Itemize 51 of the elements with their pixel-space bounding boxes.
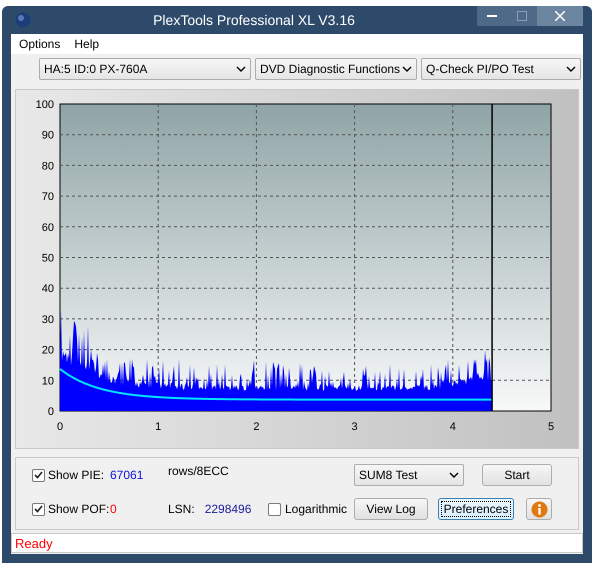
caret-icon bbox=[236, 66, 246, 72]
x-axis-label: 5 bbox=[548, 421, 554, 433]
y-axis-label: 60 bbox=[42, 222, 54, 234]
dropdown[interactable]: Q-Check PI/PO Test bbox=[421, 58, 581, 80]
checkbox[interactable] bbox=[268, 502, 281, 516]
dropdown[interactable]: DVD Diagnostic Functions bbox=[255, 58, 417, 80]
y-axis-label: 0 bbox=[48, 406, 54, 418]
preferences-button[interactable]: Preferences bbox=[438, 498, 514, 520]
minimize-button[interactable] bbox=[477, 6, 507, 26]
test-dropdown[interactable]: SUM8 Test bbox=[354, 464, 464, 486]
x-axis-label: 3 bbox=[352, 421, 358, 433]
lsn-label: LSN: bbox=[168, 502, 195, 516]
view-log-button[interactable]: View Log bbox=[354, 498, 428, 520]
y-axis-label: 30 bbox=[42, 314, 54, 326]
y-axis-label: 100 bbox=[36, 99, 54, 111]
caret-icon bbox=[449, 472, 459, 478]
y-axis-label: 50 bbox=[42, 252, 54, 264]
lsn-value: 2298496 bbox=[204, 502, 252, 516]
app-logo-icon bbox=[15, 12, 31, 28]
x-axis-label: 1 bbox=[155, 421, 162, 433]
logarithmic-label: Logarithmic bbox=[285, 502, 348, 516]
close-button[interactable] bbox=[537, 6, 583, 26]
dropdown[interactable]: HA:5 ID:0 PX-760A bbox=[39, 58, 251, 80]
unit-label: rows/8ECC bbox=[168, 464, 230, 478]
maximize-icon bbox=[517, 11, 527, 21]
y-axis-label: 20 bbox=[42, 344, 54, 357]
info-button[interactable] bbox=[526, 498, 552, 520]
menu-item[interactable]: Options bbox=[19, 37, 60, 51]
y-axis-label: 40 bbox=[42, 283, 54, 296]
window-title: PlexTools Professional XL V3.16 bbox=[152, 12, 356, 28]
y-axis-label: 70 bbox=[42, 191, 54, 204]
show-pof-label: Show POF: bbox=[48, 502, 110, 516]
show-pie-label: Show PIE: bbox=[48, 468, 106, 482]
checkbox[interactable] bbox=[32, 468, 45, 482]
x-axis-label: 4 bbox=[450, 421, 456, 433]
info-icon bbox=[530, 500, 548, 518]
checkbox[interactable] bbox=[32, 502, 45, 516]
menu-item[interactable]: Help bbox=[74, 37, 100, 51]
caret-icon bbox=[402, 66, 412, 72]
y-axis-label: 90 bbox=[42, 130, 54, 142]
minimize-icon bbox=[487, 15, 497, 17]
pof-count: 0 bbox=[110, 502, 118, 516]
status-bar: Ready bbox=[11, 533, 583, 553]
caret-icon bbox=[566, 66, 576, 72]
close-icon bbox=[555, 11, 565, 21]
x-axis-label: 0 bbox=[56, 421, 64, 433]
pie-count: 67061 bbox=[110, 468, 144, 482]
x-axis-label: 2 bbox=[253, 421, 260, 433]
y-axis-label: 80 bbox=[42, 160, 54, 172]
start-button[interactable]: Start bbox=[482, 464, 552, 486]
y-axis-label: 10 bbox=[42, 375, 54, 388]
